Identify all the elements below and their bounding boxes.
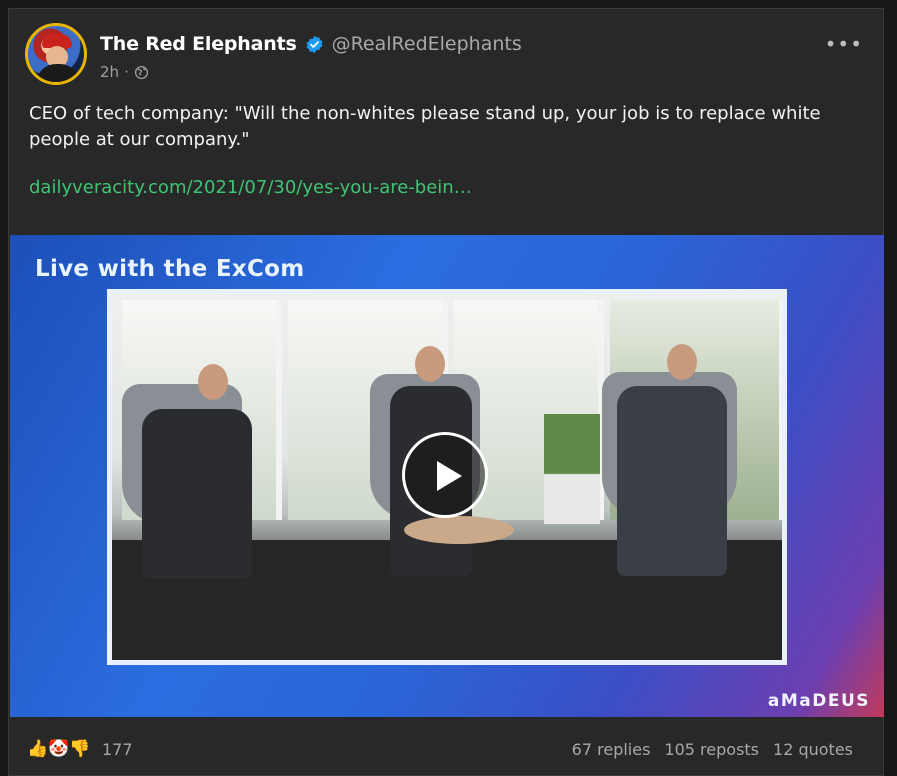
scene-table <box>404 516 514 544</box>
play-icon <box>437 461 462 491</box>
scene-plant <box>544 414 600 524</box>
author-handle[interactable]: @RealRedElephants <box>332 33 522 55</box>
scene-person <box>142 409 252 579</box>
brand-watermark: aMaDEUS <box>767 691 870 711</box>
scene-person <box>617 386 727 576</box>
post-stats: 67 replies 105 reposts 12 quotes <box>572 740 853 759</box>
post-timestamp[interactable]: 2h <box>100 63 119 81</box>
post-card: The Red Elephants @RealRedElephants 2h ·… <box>8 8 884 776</box>
play-button[interactable] <box>402 432 488 518</box>
avatar-body <box>36 64 80 82</box>
post-footer: 👍 🤡 👎 177 67 replies 105 reposts 12 quot… <box>27 737 853 761</box>
scene-person-head <box>415 346 445 382</box>
post-link[interactable]: dailyveracity.com/2021/07/30/yes-you-are… <box>29 177 472 198</box>
author-avatar[interactable] <box>25 23 87 85</box>
video-embed[interactable]: Live with the ExCom aMaDEUS <box>10 235 884 717</box>
video-title: Live with the ExCom <box>35 256 305 282</box>
scene-person-head <box>198 364 228 400</box>
reposts-count[interactable]: 105 reposts <box>664 740 759 759</box>
clown-face-icon: 🤡 <box>48 739 70 759</box>
globe-icon <box>134 65 149 80</box>
quotes-count[interactable]: 12 quotes <box>773 740 853 759</box>
author-display-name[interactable]: The Red Elephants <box>100 33 297 55</box>
post-header: The Red Elephants @RealRedElephants 2h ·… <box>25 23 867 85</box>
more-options-button[interactable]: ••• <box>825 34 863 54</box>
thumbs-down-icon: 👎 <box>69 739 91 759</box>
reactions-summary[interactable]: 👍 🤡 👎 177 <box>27 739 133 759</box>
post-meta: 2h · <box>100 63 149 81</box>
replies-count[interactable]: 67 replies <box>572 740 651 759</box>
post-body-text: CEO of tech company: "Will the non-white… <box>29 103 821 150</box>
reaction-count: 177 <box>102 739 133 759</box>
scene-person-head <box>667 344 697 380</box>
meta-separator: · <box>124 63 129 81</box>
author-name-row: The Red Elephants @RealRedElephants <box>100 33 522 55</box>
thumbs-up-icon: 👍 <box>27 739 49 759</box>
verified-badge-icon <box>305 35 324 54</box>
